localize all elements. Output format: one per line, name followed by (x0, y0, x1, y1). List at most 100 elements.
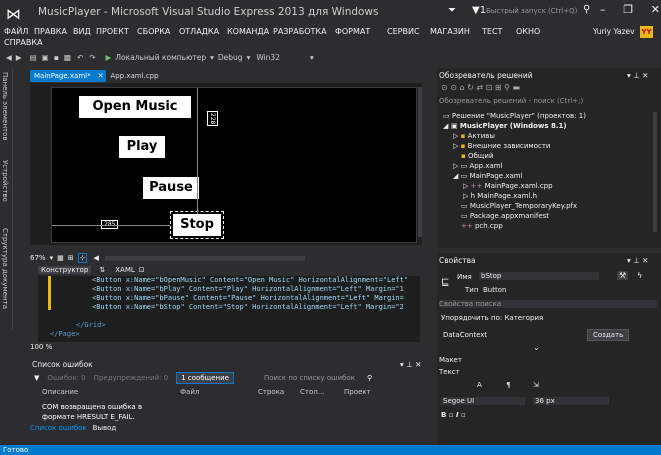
pin-icon[interactable]: ▾ ⊥ ✕ (400, 360, 421, 369)
tab-app-xaml-cpp[interactable]: App.xaml.cpp (106, 70, 162, 82)
tree-item[interactable]: ▷ h MainPage.xaml.h (463, 192, 537, 200)
tree-item[interactable]: ++ pch.cpp (461, 222, 503, 230)
vertical-scrollbar[interactable] (653, 112, 657, 232)
warnings-filter-button[interactable]: Предупреждений: 0 (94, 374, 169, 382)
chevron-left-icon[interactable]: ◀ (93, 254, 98, 262)
errors-filter-button[interactable]: Ошибок: 0 (47, 374, 85, 382)
menu-format[interactable]: ФОРМАТ (335, 27, 370, 36)
properties-search-input[interactable]: Свойства поиска (439, 300, 657, 308)
pin-icon[interactable]: ▾ ⊥ ✕ (627, 256, 648, 265)
forward-icon[interactable]: ▶ (16, 53, 22, 62)
run-target-select[interactable]: Локальный компьютер (115, 53, 206, 62)
solution-search-input[interactable]: Обозреватель решений - поиск (Ctrl+;) (439, 97, 657, 105)
menu-edit[interactable]: ПРАВКА (34, 27, 67, 36)
play-icon[interactable]: ▶ (106, 53, 112, 62)
code-line[interactable]: </Grid> (76, 321, 106, 329)
search-icon[interactable]: ⚲ (367, 374, 372, 382)
user-name[interactable]: Yuriy Yazev (593, 27, 635, 36)
toolbox-tab[interactable]: Панель элементов (1, 72, 9, 141)
device-tab[interactable]: Устройство (1, 160, 9, 202)
table-row[interactable]: COM возвращена ошибка в формате HRESULT … (30, 400, 432, 422)
tree-item[interactable]: ▭ Package.appxmanifest (461, 212, 549, 220)
effects-icon[interactable]: ⊹ (77, 253, 88, 263)
column-file[interactable]: Файл (180, 388, 199, 396)
chevron-down-icon[interactable]: ▾ (310, 53, 314, 62)
menu-view[interactable]: ВИД (73, 27, 91, 36)
chevron-down-icon[interactable]: ▾ (50, 254, 54, 262)
menu-build[interactable]: СБОРКА (137, 27, 170, 36)
create-button[interactable]: Создать (587, 329, 630, 341)
lightning-icon[interactable]: ϟ (637, 271, 642, 280)
pause-button[interactable]: Pause (143, 177, 199, 199)
xaml-zoom-level[interactable]: 100 % (30, 343, 52, 351)
document-outline-tab[interactable]: Структура документа (1, 228, 9, 309)
code-line[interactable]: <Button x:Name="bPlay" Content="Play" Ho… (92, 285, 404, 293)
menu-debug[interactable]: ОТЛАДКА (179, 27, 219, 36)
wrench-icon[interactable]: ⚒ (617, 271, 629, 280)
open-music-button[interactable]: Open Music (79, 96, 191, 118)
tree-item[interactable]: ▭ MusicPlayer_TemporaryKey.pfx (461, 202, 577, 210)
configuration-select[interactable]: Debug (218, 53, 243, 62)
maximize-icon[interactable]: ❐ (623, 3, 633, 16)
menu-project[interactable]: ПРОЕКТ (96, 27, 129, 36)
column-column[interactable]: Стол... (300, 388, 324, 396)
minimize-icon[interactable]: – (600, 3, 606, 16)
tree-item[interactable]: ▷ ▭ App.xaml (453, 162, 503, 170)
menu-file[interactable]: ФАЙЛ (4, 27, 28, 36)
horizontal-scrollbar[interactable] (104, 255, 305, 261)
column-description[interactable]: Описание (42, 388, 78, 396)
open-icon[interactable]: ▣ (42, 53, 49, 62)
font-size-select[interactable]: 36 px (533, 397, 609, 405)
grid-icon[interactable]: ▦ (57, 254, 64, 262)
avatar[interactable]: YY (640, 26, 653, 38)
search-icon[interactable]: ⚲ (583, 4, 590, 15)
zoom-level[interactable]: 67% (30, 254, 46, 262)
quick-launch-input[interactable]: Быстрый запуск (Ctrl+Q) (486, 7, 577, 15)
vertical-scrollbar[interactable] (418, 87, 422, 237)
filter-icon[interactable]: ▼ (34, 374, 39, 382)
messages-filter-button[interactable]: 1 сообщение (176, 372, 234, 384)
menu-tools[interactable]: СЕРВИС (387, 27, 420, 36)
save-icon[interactable]: ▪ (54, 53, 59, 62)
layout-category[interactable]: Макет (439, 356, 462, 364)
popout-icon[interactable]: ⊡ (139, 266, 145, 274)
undo-icon[interactable]: ↶ (77, 53, 83, 62)
bold-button[interactable]: B ▫ I ▫ (441, 411, 466, 419)
tab-mainpage-xaml[interactable]: MainPage.xaml* (30, 70, 95, 82)
new-project-icon[interactable]: ▤ (30, 53, 37, 62)
tab-xaml[interactable]: XAML (115, 266, 135, 274)
menu-help[interactable]: СПРАВКА (4, 38, 43, 47)
sort-select[interactable]: Упорядочить по: Категория (441, 314, 543, 322)
tree-item[interactable]: ◢ ▭ MainPage.xaml (453, 172, 523, 180)
font-family-select[interactable]: Segoe UI (441, 397, 525, 405)
font-tab-icon[interactable]: A ¶ ⇲ (477, 381, 539, 389)
name-input[interactable]: bStop (479, 272, 599, 280)
tree-item[interactable]: ◢ ▣ MusicPlayer (Windows 8.1) (443, 122, 567, 130)
redo-icon[interactable]: ↷ (89, 53, 95, 62)
chevron-down-icon[interactable]: ▾ (210, 53, 214, 62)
menu-test[interactable]: ТЕСТ (482, 27, 502, 36)
swap-icon[interactable]: ⇅ (99, 266, 105, 274)
tree-item[interactable]: ▷ ++ MainPage.xaml.cpp (463, 182, 553, 190)
close-icon[interactable]: ✕ (94, 70, 107, 82)
design-canvas[interactable]: Open Music Play Pause Stop 228 285 (51, 87, 417, 243)
tree-item[interactable]: ▪ Общий (461, 152, 494, 160)
back-icon[interactable]: ◀ (6, 53, 12, 62)
close-icon[interactable]: ✕ (651, 3, 660, 16)
tab-designer[interactable]: Конструктор (38, 265, 92, 274)
code-line[interactable]: <Button x:Name="bOpenMusic" Content="Ope… (92, 276, 408, 284)
notifications-icon[interactable]: ⏷ (448, 5, 456, 16)
tree-item[interactable]: ▷ ▪ Внешние зависимости (453, 142, 550, 150)
tree-item[interactable]: ▷ ▪ Активы (453, 132, 495, 140)
tab-error-list[interactable]: Список ошибок (30, 424, 87, 432)
menu-develop[interactable]: РАЗРАБОТКА (273, 27, 327, 36)
snap-icon[interactable]: ⊞ (68, 254, 74, 262)
menu-window[interactable]: ОКНО (516, 27, 540, 36)
solution-toolbar[interactable]: ⊙ ⊙ ⌂ ↻ ⇄ ⊡ ⊞ ⚲ ▬ (441, 83, 520, 92)
tab-output[interactable]: Вывод (93, 424, 117, 432)
pin-icon[interactable]: ▾ ⊥ ✕ (627, 71, 648, 80)
chevron-down-icon[interactable]: ⌄ (533, 343, 540, 352)
code-line[interactable]: <Button x:Name="bStop" Content="Stop" Ho… (92, 303, 404, 311)
platform-select[interactable]: Win32 (256, 53, 280, 62)
column-line[interactable]: Строка (258, 388, 284, 396)
